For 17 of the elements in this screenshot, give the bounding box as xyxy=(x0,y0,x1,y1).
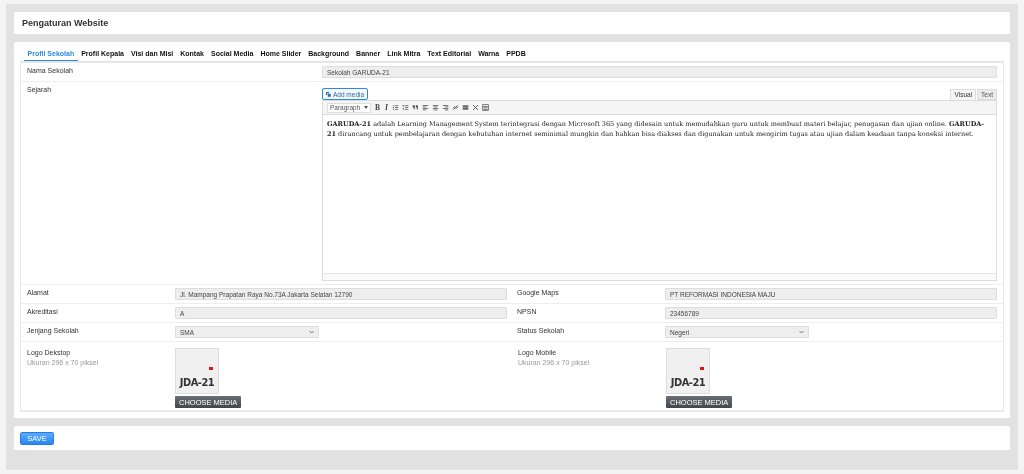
media-icon xyxy=(326,91,331,97)
dropdown-arrow-icon xyxy=(364,106,368,109)
logo-preview: JDA-21 xyxy=(666,348,710,394)
page-title: Pengaturan Website xyxy=(14,12,1010,34)
link-icon[interactable] xyxy=(451,104,459,111)
quote-icon[interactable] xyxy=(411,104,419,111)
more-icon[interactable] xyxy=(461,104,469,111)
align-left-icon[interactable] xyxy=(421,104,429,111)
align-center-icon[interactable] xyxy=(431,104,439,111)
logo-preview: JDA-21 xyxy=(175,348,219,394)
chevron-icon xyxy=(799,330,804,334)
chevron-icon xyxy=(309,330,314,334)
fullscreen-icon[interactable] xyxy=(471,104,479,111)
bullets-icon[interactable] xyxy=(391,104,399,111)
toolbar-toggle-icon[interactable] xyxy=(481,104,489,111)
numbers-icon[interactable] xyxy=(401,104,409,111)
align-right-icon[interactable] xyxy=(441,104,449,111)
